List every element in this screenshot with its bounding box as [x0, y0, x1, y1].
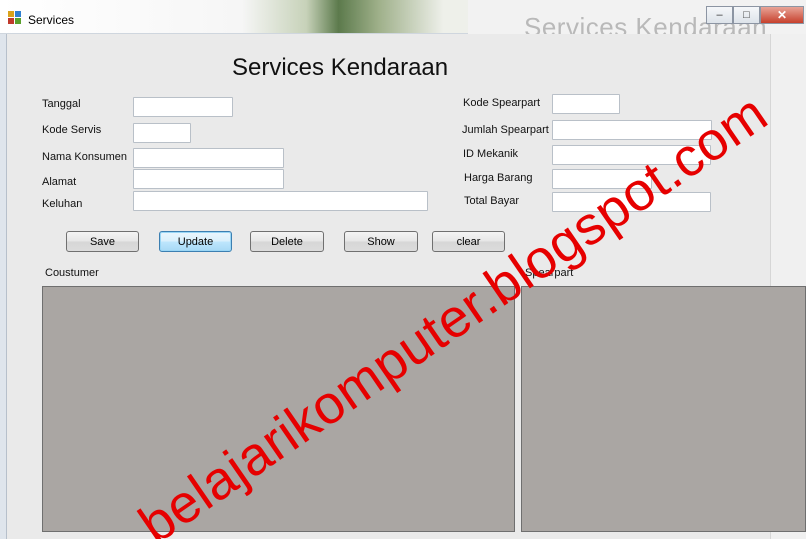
- harga-barang-label: Harga Barang: [464, 172, 533, 184]
- customer-grid-label: Coustumer: [45, 267, 99, 279]
- kode-servis-input[interactable]: [133, 123, 191, 143]
- alamat-label: Alamat: [42, 176, 77, 188]
- form-heading: Services Kendaraan: [232, 54, 449, 81]
- total-bayar-label: Total Bayar: [464, 195, 520, 207]
- clear-button[interactable]: clear: [432, 231, 505, 252]
- window-border: [0, 34, 7, 539]
- nama-konsumen-input[interactable]: [133, 148, 284, 168]
- kode-servis-label: Kode Servis: [42, 124, 102, 136]
- kode-spearpart-label: Kode Spearpart: [463, 97, 541, 109]
- keluhan-label: Keluhan: [42, 198, 83, 210]
- show-button[interactable]: Show: [344, 231, 418, 252]
- alamat-input[interactable]: [133, 169, 284, 189]
- minimize-icon[interactable]: –: [706, 6, 733, 24]
- window-controls: – □ ✕: [706, 6, 804, 24]
- jumlah-spearpart-label: Jumlah Spearpart: [462, 124, 549, 136]
- window-title: Services: [28, 13, 75, 27]
- id-mekanik-label: ID Mekanik: [463, 148, 519, 160]
- close-icon[interactable]: ✕: [760, 6, 804, 24]
- keluhan-input[interactable]: [133, 191, 428, 211]
- app-icon[interactable]: [8, 11, 22, 25]
- update-button[interactable]: Update: [159, 231, 232, 252]
- delete-button[interactable]: Delete: [250, 231, 324, 252]
- save-button[interactable]: Save: [66, 231, 139, 252]
- sparepart-grid[interactable]: [521, 286, 806, 532]
- maximize-icon[interactable]: □: [733, 6, 760, 24]
- tanggal-input[interactable]: [133, 97, 233, 117]
- kode-spearpart-input[interactable]: [552, 94, 620, 114]
- nama-konsumen-label: Nama Konsumen: [42, 151, 127, 163]
- tanggal-label: Tanggal: [42, 98, 81, 110]
